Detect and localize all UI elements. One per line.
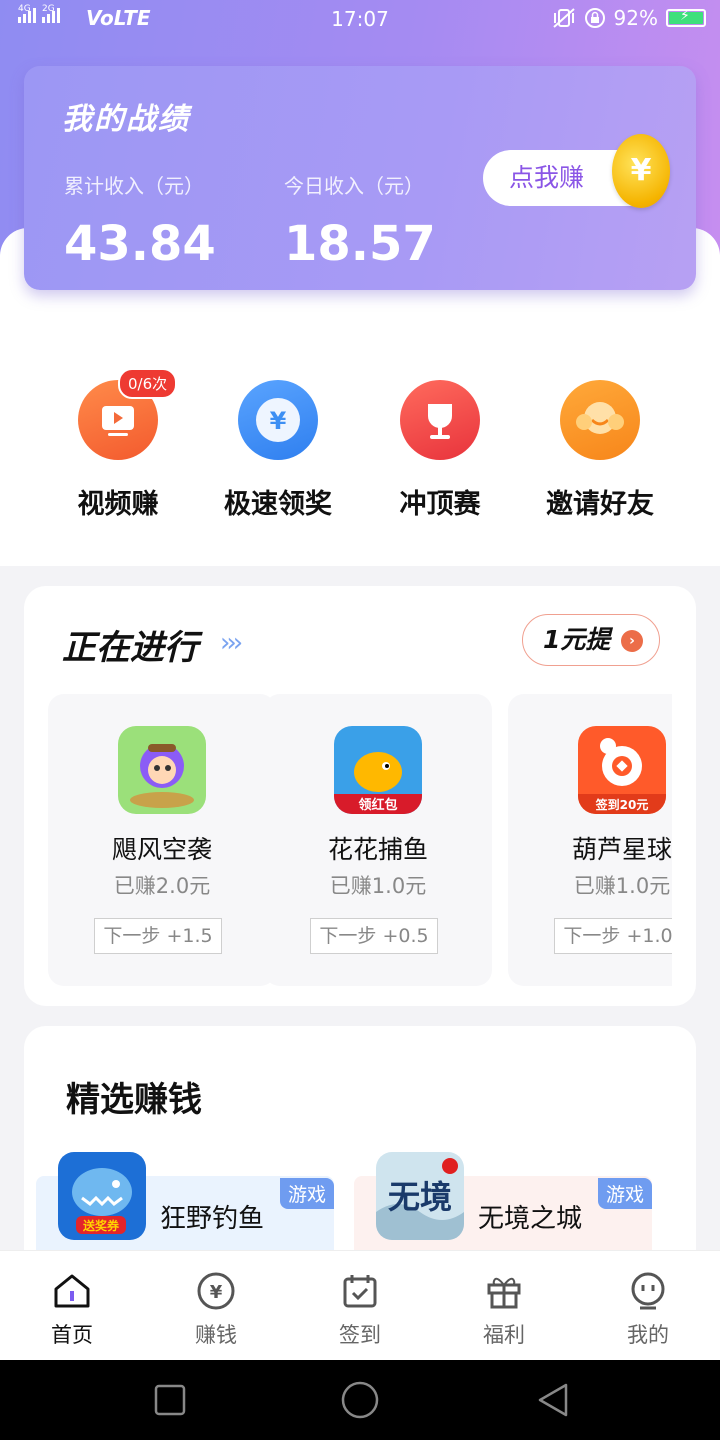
- tab-label: 我的: [627, 1323, 669, 1347]
- profile-icon: [628, 1271, 668, 1311]
- tab-welfare[interactable]: 福利: [432, 1251, 576, 1361]
- game-name: 狂野钓鱼: [160, 1204, 265, 1234]
- coin-icon[interactable]: ¥: [612, 134, 670, 208]
- stats-title: 我的战绩: [62, 102, 190, 137]
- quick-action-label: 极速领奖: [224, 489, 332, 520]
- home-circle-icon[interactable]: [338, 1380, 379, 1420]
- back-icon[interactable]: [534, 1380, 574, 1420]
- task-name: 葫芦星球: [571, 835, 672, 864]
- featured-title: 精选赚钱: [66, 1080, 202, 1120]
- game-name: 无境之城: [478, 1204, 583, 1234]
- game-gourd-icon: 签到20元: [578, 726, 666, 814]
- calendar-check-icon: [340, 1271, 380, 1311]
- ongoing-title: 正在进行: [62, 628, 198, 668]
- rotation-lock-icon: [584, 8, 605, 28]
- status-right: 92% ⚡: [552, 6, 706, 30]
- tab-label: 签到: [339, 1323, 381, 1347]
- today-income-label: 今日收入（元）: [284, 174, 424, 198]
- task-name: 飓风空袭: [111, 835, 212, 864]
- withdraw-button[interactable]: 1元提 ›: [522, 614, 660, 666]
- arrow-right-icon: ›: [621, 630, 643, 652]
- svg-text:¥: ¥: [210, 1282, 223, 1303]
- task-card[interactable]: 领红包 花花捕鱼 已赚1.0元 下一步 +0.5: [264, 694, 492, 986]
- tab-label: 福利: [483, 1323, 525, 1347]
- recent-apps-icon[interactable]: [150, 1380, 190, 1420]
- tab-home[interactable]: 首页: [0, 1251, 144, 1361]
- game-icon-caption: 无境: [388, 1178, 452, 1216]
- quick-action-contest[interactable]: 冲顶赛: [360, 380, 520, 521]
- featured-section: 精选赚钱 送奖券 狂野钓鱼 游戏 无境 无境之城 游戏: [24, 1026, 696, 1286]
- task-earned: 已赚1.0元: [329, 874, 427, 898]
- quick-action-label: 冲顶赛: [399, 489, 481, 520]
- tab-label: 首页: [51, 1323, 93, 1347]
- gift-icon: [484, 1271, 524, 1311]
- battery-percent: 92%: [613, 6, 658, 30]
- game-wild-fishing-icon: 送奖券: [58, 1152, 146, 1240]
- quick-action-video[interactable]: 0/6次 视频赚: [38, 368, 198, 521]
- task-earned: 已赚2.0元: [113, 874, 211, 898]
- task-card[interactable]: 飓风空袭 已赚2.0元 下一步 +1.5: [48, 694, 276, 986]
- video-icon: 0/6次: [78, 368, 178, 460]
- vibrate-icon: [552, 8, 575, 28]
- game-icon-caption: 领红包: [358, 797, 397, 813]
- quick-action-fast-reward[interactable]: ¥ 极速领奖: [198, 380, 358, 521]
- trophy-icon: [400, 380, 480, 460]
- task-next-step-button[interactable]: 下一步 +0.5: [310, 918, 438, 954]
- system-navigation-bar: [0, 1360, 720, 1440]
- video-badge: 0/6次: [118, 368, 178, 399]
- task-next-step-button[interactable]: 下一步 +1.0: [554, 918, 672, 954]
- game-fishing-icon: 领红包: [334, 726, 422, 814]
- yuan-coin-icon: ¥: [238, 380, 318, 460]
- tab-earn[interactable]: ¥ 赚钱: [144, 1251, 288, 1361]
- chevrons-right-icon: ›››: [220, 628, 243, 658]
- game-icon-caption: 送奖券: [82, 1218, 120, 1233]
- game-hurricane-icon: [118, 726, 206, 814]
- withdraw-label: 1元提: [543, 625, 611, 654]
- friends-icon: [560, 380, 640, 460]
- task-next-step-button[interactable]: 下一步 +1.5: [94, 918, 222, 954]
- battery-icon: ⚡: [666, 8, 706, 27]
- home-icon: [52, 1271, 92, 1311]
- quick-action-label: 视频赚: [77, 489, 159, 520]
- status-bar: 4G 2G VoLTE 17:07 92% ⚡: [0, 0, 720, 38]
- stats-card: 我的战绩 累计收入（元） 43.84 今日收入（元） 18.57 点我赚 ¥: [24, 66, 696, 290]
- task-card[interactable]: 签到20元 葫芦星球 已赚1.0元 下一步 +1.0: [508, 694, 672, 986]
- ongoing-section: 正在进行 ››› 1元提 › 飓风空袭 已赚2.0元 下一步 +1.5 领红包 …: [24, 586, 696, 1006]
- tab-label: 赚钱: [195, 1323, 237, 1347]
- svg-text:¥: ¥: [270, 407, 287, 435]
- task-earned: 已赚1.0元: [573, 874, 671, 898]
- total-income-label: 累计收入（元）: [64, 174, 204, 198]
- yuan-icon: ¥: [196, 1271, 236, 1311]
- game-icon-caption: 签到20元: [595, 797, 649, 812]
- game-wujing-icon: 无境: [376, 1152, 464, 1240]
- today-income-value: 18.57: [284, 216, 436, 272]
- game-tag: 游戏: [279, 1178, 334, 1209]
- tab-profile[interactable]: 我的: [576, 1251, 720, 1361]
- total-income-value: 43.84: [64, 216, 216, 272]
- quick-action-label: 邀请好友: [546, 489, 654, 520]
- tab-checkin[interactable]: 签到: [288, 1251, 432, 1361]
- game-tag: 游戏: [597, 1178, 652, 1209]
- task-list[interactable]: 飓风空袭 已赚2.0元 下一步 +1.5 领红包 花花捕鱼 已赚1.0元 下一步…: [48, 694, 672, 986]
- task-name: 花花捕鱼: [327, 835, 428, 864]
- quick-action-invite[interactable]: 邀请好友: [520, 380, 680, 521]
- bottom-tab-bar: 首页 ¥ 赚钱 签到 福利 我的: [0, 1250, 720, 1360]
